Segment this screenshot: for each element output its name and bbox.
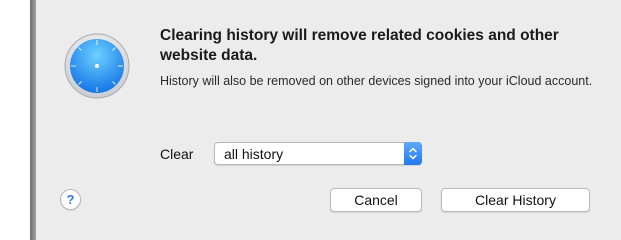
clear-range-select[interactable]: all history (214, 142, 422, 165)
clear-history-dialog: Clearing history will remove related coo… (36, 0, 621, 240)
help-button[interactable]: ? (60, 189, 81, 210)
clear-range-value: all history (224, 146, 284, 162)
dialog-title: Clearing history will remove related coo… (160, 27, 559, 64)
background-content (0, 0, 30, 240)
dialog-message: History will also be removed on other de… (160, 74, 593, 88)
safari-compass-icon (64, 33, 130, 99)
cancel-button[interactable]: Cancel (330, 188, 422, 212)
help-icon: ? (66, 192, 75, 207)
clear-history-button[interactable]: Clear History (441, 188, 590, 212)
up-down-chevron-icon (404, 142, 422, 165)
clear-range-label: Clear (160, 146, 194, 162)
